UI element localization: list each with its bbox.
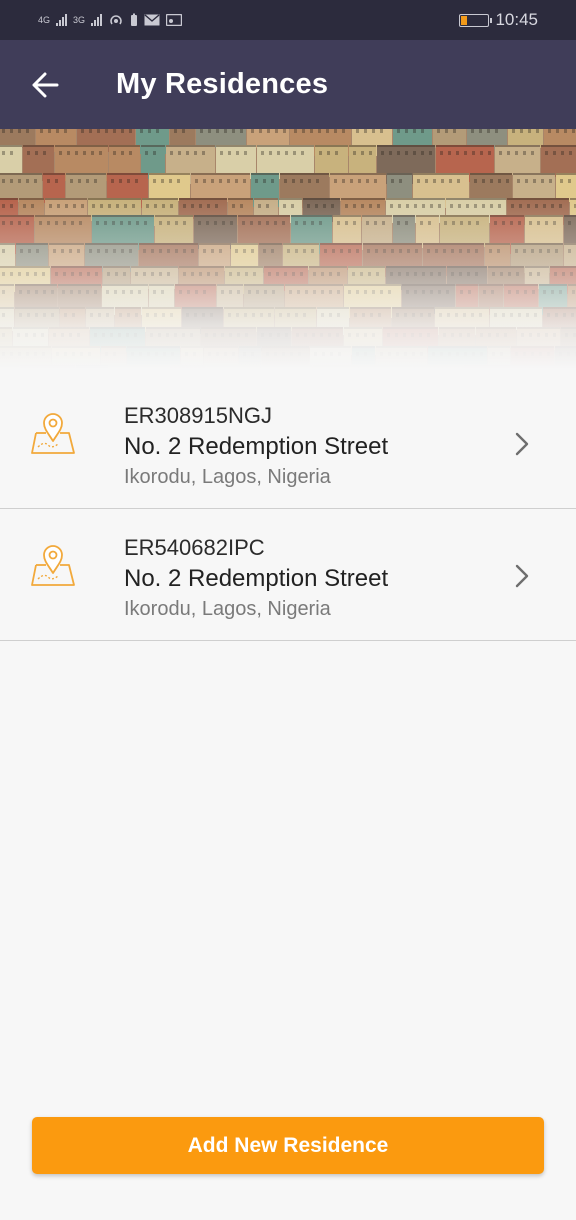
city-banner-image <box>0 129 576 369</box>
map-pin-icon <box>31 545 75 586</box>
residence-code: ER308915NGJ <box>124 403 272 428</box>
residence-street: No. 2 Redemption Street <box>124 565 389 592</box>
back-button[interactable] <box>0 40 90 129</box>
status-icons: 4G 3G <box>38 13 183 27</box>
battery-saver-icon <box>131 13 138 26</box>
residence-list: ER308915NGJ No. 2 Redemption Street Ikor… <box>0 377 576 641</box>
residence-details: ER540682IPC No. 2 Redemption Street Ikor… <box>124 533 388 623</box>
residence-details: ER308915NGJ No. 2 Redemption Street Ikor… <box>124 401 388 491</box>
app-bar: My Residences <box>0 40 576 129</box>
residence-city: Ikorodu, Lagos, Nigeria <box>124 598 331 620</box>
residence-item[interactable]: ER308915NGJ No. 2 Redemption Street Ikor… <box>0 377 576 509</box>
arrow-left-icon <box>32 72 59 97</box>
chevron-right-icon <box>515 432 529 456</box>
status-bar: 4G 3G 10:45 <box>0 0 576 40</box>
residence-street: No. 2 Redemption Street <box>124 433 389 460</box>
battery-icon <box>459 13 493 27</box>
network-1-label: 4G <box>38 15 51 25</box>
network-2-label: 3G <box>73 15 86 25</box>
signal-icon <box>91 14 103 26</box>
page-title: My Residences <box>116 68 329 100</box>
residence-code: ER540682IPC <box>124 535 265 560</box>
clock: 10:45 <box>495 10 538 29</box>
residence-city: Ikorodu, Lagos, Nigeria <box>124 466 331 488</box>
hotspot-icon <box>110 15 122 25</box>
status-right: 10:45 <box>459 10 538 30</box>
map-pin-icon <box>31 413 75 454</box>
residence-item[interactable]: ER540682IPC No. 2 Redemption Street Ikor… <box>0 509 576 641</box>
signal-icon <box>56 14 68 26</box>
mail-icon <box>144 14 160 26</box>
cast-icon <box>166 14 183 26</box>
add-residence-button[interactable]: Add New Residence <box>32 1117 544 1174</box>
chevron-right-icon <box>515 564 529 588</box>
